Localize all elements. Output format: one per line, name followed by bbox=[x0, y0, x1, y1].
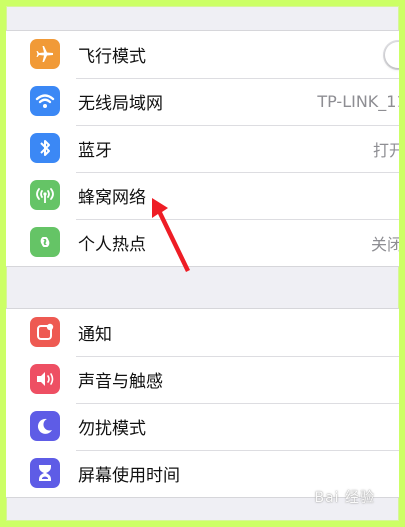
airplane-mode-toggle[interactable] bbox=[383, 40, 399, 70]
red-arrow-annotation bbox=[152, 198, 190, 272]
hourglass-icon bbox=[30, 458, 60, 488]
hotspot-status-value: 关闭 bbox=[370, 234, 399, 254]
moon-icon bbox=[30, 411, 60, 441]
airplane-icon bbox=[30, 39, 60, 69]
sounds-row[interactable]: 声音与触感 bbox=[6, 356, 399, 403]
cellular-row[interactable]: 蜂窝网络 bbox=[6, 172, 399, 219]
bluetooth-icon bbox=[30, 133, 60, 163]
dnd-label: 勿扰模式 bbox=[78, 419, 146, 439]
sounds-label: 声音与触感 bbox=[78, 372, 163, 392]
wifi-network-value: TP-LINK_1116 bbox=[317, 92, 399, 111]
wifi-icon bbox=[30, 86, 60, 116]
speaker-icon bbox=[30, 364, 60, 394]
hotspot-icon bbox=[30, 227, 60, 257]
watermark: Bai 经验 bbox=[314, 490, 375, 506]
cellular-label: 蜂窝网络 bbox=[78, 188, 146, 208]
notifications-label: 通知 bbox=[78, 325, 112, 345]
notifications-icon bbox=[30, 317, 60, 347]
airplane-mode-row[interactable]: 飞行模式 bbox=[6, 31, 399, 78]
bluetooth-label: 蓝牙 bbox=[78, 141, 112, 161]
cellular-icon bbox=[30, 180, 60, 210]
bluetooth-status-value: 打开 bbox=[372, 140, 399, 160]
notifications-row[interactable]: 通知 bbox=[6, 309, 399, 356]
bluetooth-row[interactable]: 蓝牙 打开 bbox=[6, 125, 399, 172]
hotspot-row[interactable]: 个人热点 关闭 bbox=[6, 219, 399, 266]
settings-screen: 飞行模式 无线局域网 TP-LINK_1116 蓝牙 打开 bbox=[6, 6, 399, 521]
hotspot-label: 个人热点 bbox=[78, 235, 146, 255]
dnd-row[interactable]: 勿扰模式 bbox=[6, 403, 399, 450]
screen-time-label: 屏幕使用时间 bbox=[78, 466, 180, 486]
connectivity-group: 飞行模式 无线局域网 TP-LINK_1116 蓝牙 打开 bbox=[6, 30, 399, 267]
wifi-label: 无线局域网 bbox=[78, 94, 163, 114]
wifi-row[interactable]: 无线局域网 TP-LINK_1116 bbox=[6, 78, 399, 125]
airplane-mode-label: 飞行模式 bbox=[78, 47, 146, 67]
notifications-group: 通知 声音与触感 勿扰模式 屏幕使用时间 bbox=[6, 308, 399, 498]
